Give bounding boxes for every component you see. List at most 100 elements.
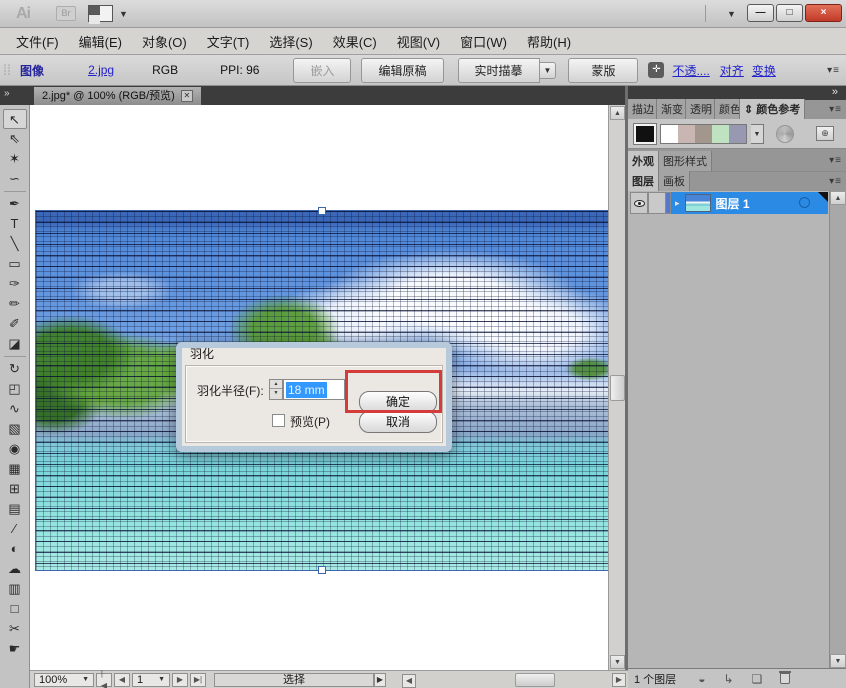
mesh-tool[interactable]: ⊞: [3, 479, 27, 499]
horizontal-scrollbar[interactable]: ▶: [430, 672, 626, 688]
gradient-tool[interactable]: ▤: [3, 499, 27, 519]
layers-scrollbar[interactable]: ▲ ▼: [829, 191, 846, 668]
color-guide-menu-icon[interactable]: ▾≡: [829, 104, 842, 115]
harmony-swatches[interactable]: [660, 123, 747, 144]
tab-transparency[interactable]: 透明: [686, 99, 715, 119]
paintbrush-tool[interactable]: ✑: [3, 274, 27, 294]
opacity-link[interactable]: 不透....: [672, 62, 709, 79]
layer-visibility-toggle[interactable]: [630, 192, 648, 214]
dialog-title[interactable]: 羽化: [182, 344, 446, 364]
selection-handle-top[interactable]: [318, 207, 326, 215]
swatch-3[interactable]: [695, 124, 712, 143]
new-layer-icon[interactable]: ❏: [752, 673, 763, 685]
workspace-caret-icon[interactable]: ▼: [727, 9, 736, 19]
free-transform-tool[interactable]: ▧: [3, 419, 27, 439]
radius-input[interactable]: 18 mm: [283, 379, 345, 400]
document-tab-close-icon[interactable]: ✕: [180, 90, 193, 102]
lasso-tool[interactable]: ∽: [3, 169, 27, 189]
cancel-button[interactable]: 取消: [359, 411, 437, 433]
file-name-link[interactable]: 2.jpg: [88, 63, 114, 77]
layers-scroll-up-icon[interactable]: ▲: [830, 191, 846, 205]
direct-selection-tool[interactable]: ⇖: [3, 129, 27, 149]
document-tab[interactable]: 2.jpg* @ 100% (RGB/预览) ✕: [34, 87, 201, 105]
perspective-grid-tool[interactable]: ▦: [3, 459, 27, 479]
line-segment-tool[interactable]: ╲: [3, 234, 27, 254]
minimize-button[interactable]: —: [747, 4, 774, 22]
width-tool[interactable]: ∿: [3, 399, 27, 419]
appearance-menu-icon[interactable]: ▾≡: [829, 155, 842, 166]
arrange-documents-icon[interactable]: [88, 5, 113, 24]
hscroll-left-icon[interactable]: ◀: [402, 673, 416, 688]
align-link[interactable]: 对齐: [720, 62, 744, 79]
artboard-number-select[interactable]: 1 ▼: [132, 672, 170, 687]
hscroll-right-icon[interactable]: ▶: [612, 673, 626, 687]
stepper-up-icon[interactable]: ▲: [270, 380, 282, 389]
selection-tool[interactable]: ↖: [2, 109, 27, 129]
harmony-rules-caret-icon[interactable]: ▼: [751, 123, 764, 144]
magic-wand-tool[interactable]: ✶: [3, 149, 27, 169]
menu-type[interactable]: 文字(T): [197, 28, 260, 55]
isolate-icon[interactable]: ✛: [648, 62, 665, 78]
menu-view[interactable]: 视图(V): [387, 28, 450, 55]
bridge-button[interactable]: Br: [56, 6, 76, 21]
tab-graphic-styles[interactable]: 图形样式: [659, 151, 712, 171]
horizontal-scroll-thumb[interactable]: [515, 673, 555, 687]
live-trace-caret-icon[interactable]: ▼: [539, 61, 557, 79]
next-artboard-button[interactable]: ▶: [172, 672, 188, 687]
preview-checkbox[interactable]: [272, 414, 285, 427]
swatch-2[interactable]: [678, 124, 695, 143]
layer-expand-icon[interactable]: ▸: [675, 198, 680, 209]
symbol-sprayer-tool[interactable]: ☁: [3, 559, 27, 579]
control-bar-menu-icon[interactable]: ▾≡: [827, 65, 840, 76]
layer-target-icon[interactable]: [799, 197, 810, 208]
menu-help[interactable]: 帮助(H): [517, 28, 581, 55]
tab-gradient[interactable]: 渐变: [657, 99, 686, 119]
base-color-swatch[interactable]: [633, 122, 657, 145]
radius-stepper[interactable]: ▲ ▼: [269, 379, 283, 400]
scale-tool[interactable]: ◰: [3, 379, 27, 399]
rotate-tool[interactable]: ↻: [3, 359, 27, 379]
zoom-level-select[interactable]: 100% ▼: [34, 672, 94, 687]
save-group-icon[interactable]: ⊕: [816, 126, 834, 141]
menu-object[interactable]: 对象(O): [132, 28, 197, 55]
selection-handle-bottom[interactable]: [318, 566, 326, 574]
menu-file[interactable]: 文件(F): [6, 28, 69, 55]
slice-tool[interactable]: ✂: [3, 619, 27, 639]
layer-row[interactable]: ▸ 图层 1: [630, 192, 828, 214]
menu-effect[interactable]: 效果(C): [323, 28, 387, 55]
eyedropper-tool[interactable]: ∕: [3, 519, 27, 539]
first-artboard-button[interactable]: |◀: [96, 669, 112, 688]
live-trace-button[interactable]: 实时描摹: [457, 57, 540, 83]
transform-link[interactable]: 变换: [752, 62, 776, 79]
tab-color-guide[interactable]: ⇕ 颜色参考: [740, 99, 806, 119]
pencil-tool[interactable]: ✏: [3, 294, 27, 314]
layer-selected-area[interactable]: ▸ 图层 1: [671, 192, 828, 214]
scroll-up-icon[interactable]: ▲: [610, 106, 625, 120]
menu-edit[interactable]: 编辑(E): [69, 28, 132, 55]
layer-lock-toggle[interactable]: [648, 192, 666, 214]
vertical-scroll-thumb[interactable]: [610, 375, 625, 401]
menu-select[interactable]: 选择(S): [259, 28, 322, 55]
tab-layers[interactable]: 图层: [628, 171, 659, 191]
vertical-scrollbar[interactable]: ▲ ▼: [608, 105, 625, 670]
type-tool[interactable]: T: [3, 214, 27, 234]
rectangle-tool[interactable]: ▭: [3, 254, 27, 274]
last-artboard-button[interactable]: ▶|: [190, 672, 206, 687]
blend-tool[interactable]: ◐: [3, 539, 27, 559]
shape-builder-tool[interactable]: ◉: [3, 439, 27, 459]
menu-window[interactable]: 窗口(W): [450, 28, 517, 55]
swatch-1[interactable]: [661, 124, 678, 143]
status-menu-icon[interactable]: ▶: [374, 672, 386, 687]
toolbar-collapse-icon[interactable]: »: [0, 86, 30, 105]
layers-scroll-down-icon[interactable]: ▼: [830, 654, 846, 668]
blob-brush-tool[interactable]: ✐: [3, 314, 27, 334]
swatch-5[interactable]: [729, 124, 746, 143]
swatch-4[interactable]: [712, 124, 729, 143]
new-sublayer-icon[interactable]: ↳: [723, 673, 733, 685]
mask-button[interactable]: 蒙版: [568, 57, 639, 83]
hand-tool[interactable]: ☛: [3, 639, 27, 659]
close-button[interactable]: ×: [805, 4, 842, 22]
previous-artboard-button[interactable]: ◀: [114, 672, 130, 687]
pen-tool[interactable]: ✒: [3, 194, 27, 214]
eraser-tool[interactable]: ◪: [3, 334, 27, 354]
